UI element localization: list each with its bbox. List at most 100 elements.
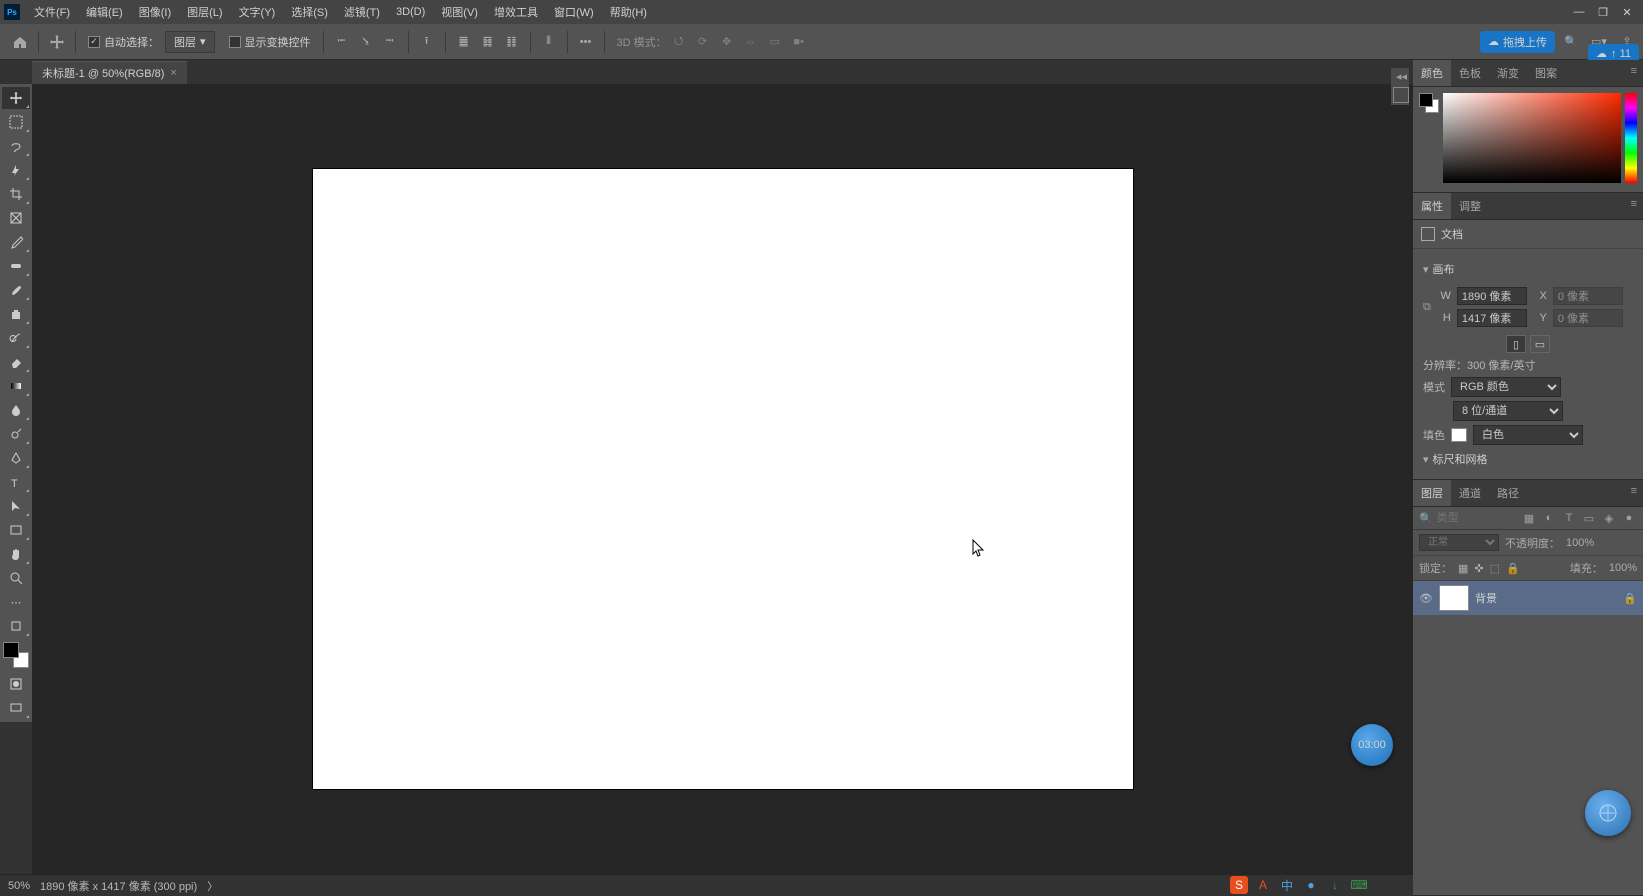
tool-brush[interactable] <box>2 279 30 301</box>
window-minimize[interactable]: — <box>1567 0 1591 24</box>
lock-pixels-icon[interactable]: ▦ <box>1458 562 1468 575</box>
distribute-top-icon[interactable]: ䷀ <box>454 32 474 52</box>
menu-file[interactable]: 文件(F) <box>26 0 78 24</box>
menu-help[interactable]: 帮助(H) <box>602 0 655 24</box>
doc-dimensions[interactable]: 1890 像素 x 1417 像素 (300 ppi) <box>40 878 197 894</box>
tool-type[interactable]: T <box>2 471 30 493</box>
layer-name[interactable]: 背景 <box>1475 590 1497 606</box>
status-chevron-icon[interactable]: 〉 <box>207 878 218 894</box>
fill-swatch[interactable] <box>1451 428 1467 442</box>
tool-hand[interactable] <box>2 543 30 565</box>
orientation-portrait[interactable]: ▯ <box>1506 335 1526 353</box>
ime-skin-icon[interactable]: ↓ <box>1326 876 1344 894</box>
tool-rectangle[interactable] <box>2 519 30 541</box>
ime-logo-icon[interactable]: S <box>1230 876 1248 894</box>
tab-patterns[interactable]: 图案 <box>1527 60 1565 86</box>
tab-adjustments[interactable]: 调整 <box>1451 193 1489 219</box>
ime-lang-icon[interactable]: 中 <box>1278 876 1296 894</box>
camera-3d-icon[interactable]: ■• <box>789 32 809 52</box>
lock-position-icon[interactable]: ✜ <box>1474 562 1483 575</box>
tool-quickmask[interactable] <box>2 673 30 695</box>
tool-blur[interactable] <box>2 399 30 421</box>
ime-keyboard-icon[interactable]: ⌨ <box>1350 876 1368 894</box>
assistant-bubble[interactable] <box>1585 790 1631 836</box>
tool-move[interactable] <box>2 87 30 109</box>
tool-quick-select[interactable] <box>2 159 30 181</box>
align-top-icon[interactable]: ⭱ <box>417 32 437 52</box>
color-swatch[interactable] <box>3 642 29 668</box>
tab-gradients[interactable]: 渐变 <box>1489 60 1527 86</box>
tab-layers[interactable]: 图层 <box>1413 480 1451 506</box>
align-hcenter-icon[interactable]: ⭸ <box>356 32 376 52</box>
search-icon[interactable]: 🔍 <box>1561 32 1581 52</box>
distribute-vcenter-icon[interactable]: ䷿ <box>478 32 498 52</box>
tab-close-icon[interactable]: × <box>170 67 176 79</box>
menu-view[interactable]: 视图(V) <box>433 0 486 24</box>
collapsed-panel-icon[interactable] <box>1393 87 1409 103</box>
fill-color-select[interactable]: 白色 <box>1473 425 1583 445</box>
tool-healing[interactable] <box>2 255 30 277</box>
orientation-landscape[interactable]: ▭ <box>1530 335 1550 353</box>
distribute-spacing-icon[interactable]: ⫴ <box>539 32 559 52</box>
filter-type-icon[interactable]: T <box>1561 511 1577 525</box>
window-close[interactable]: ✕ <box>1615 0 1639 24</box>
slide-3d-icon[interactable]: ⇔ <box>741 32 761 52</box>
document-tab[interactable]: 未标题-1 @ 50%(RGB/8) × <box>32 61 187 84</box>
collapse-toggle-icon[interactable]: ◂◂ <box>1393 70 1407 83</box>
move-tool-icon[interactable] <box>47 32 67 52</box>
tool-crop[interactable] <box>2 183 30 205</box>
x-input[interactable] <box>1553 287 1623 305</box>
visibility-icon[interactable]: 👁 <box>1419 592 1433 605</box>
tool-pen[interactable] <box>2 447 30 469</box>
lock-artboard-icon[interactable]: ⬚ <box>1490 562 1500 575</box>
layer-row[interactable]: 👁 背景 🔒 <box>1413 581 1643 615</box>
tool-lasso[interactable] <box>2 135 30 157</box>
filter-smart-icon[interactable]: ◈ <box>1601 511 1617 525</box>
menu-plugins[interactable]: 增效工具 <box>486 0 546 24</box>
show-transform-checkbox[interactable] <box>229 36 241 48</box>
tab-swatches[interactable]: 色板 <box>1451 60 1489 86</box>
tab-channels[interactable]: 通道 <box>1451 480 1489 506</box>
y-input[interactable] <box>1553 309 1623 327</box>
auto-select-checkbox[interactable] <box>88 36 100 48</box>
menu-select[interactable]: 选择(S) <box>283 0 336 24</box>
bit-depth-select[interactable]: 8 位/通道 <box>1453 401 1563 421</box>
panel-menu-icon[interactable]: ≡ <box>1625 480 1643 506</box>
align-left-icon[interactable]: ⭰ <box>332 32 352 52</box>
tool-edit-toolbar[interactable]: ⋯ <box>2 591 30 613</box>
hue-slider[interactable] <box>1625 93 1637 183</box>
tab-properties[interactable]: 属性 <box>1413 193 1451 219</box>
color-mode-select[interactable]: RGB 颜色 <box>1451 377 1561 397</box>
filter-shape-icon[interactable]: ▭ <box>1581 511 1597 525</box>
tool-dodge[interactable] <box>2 423 30 445</box>
tool-eyedropper[interactable] <box>2 231 30 253</box>
panel-menu-icon[interactable]: ≡ <box>1625 60 1643 86</box>
color-field[interactable] <box>1443 93 1621 183</box>
filter-adjust-icon[interactable]: ◐ <box>1541 511 1557 525</box>
orbit-3d-icon[interactable]: ⭯ <box>669 32 689 52</box>
ime-mode-icon[interactable]: A <box>1254 876 1272 894</box>
tool-path-select[interactable] <box>2 495 30 517</box>
align-right-icon[interactable]: ⭲ <box>380 32 400 52</box>
window-restore[interactable]: ❐ <box>1591 0 1615 24</box>
height-input[interactable] <box>1457 309 1527 327</box>
menu-window[interactable]: 窗口(W) <box>546 0 602 24</box>
more-options-icon[interactable]: ••• <box>576 32 596 52</box>
color-mini-swatch[interactable] <box>1419 93 1439 113</box>
tool-history-brush[interactable] <box>2 327 30 349</box>
tool-marquee[interactable] <box>2 111 30 133</box>
tool-extra[interactable] <box>2 615 30 637</box>
roll-3d-icon[interactable]: ⟳ <box>693 32 713 52</box>
tool-gradient[interactable] <box>2 375 30 397</box>
menu-image[interactable]: 图像(I) <box>131 0 179 24</box>
tab-color[interactable]: 颜色 <box>1413 60 1451 86</box>
opacity-value[interactable]: 100% <box>1566 537 1594 549</box>
zoom-3d-icon[interactable]: ▭ <box>765 32 785 52</box>
ime-voice-icon[interactable]: ● <box>1302 876 1320 894</box>
tool-frame[interactable] <box>2 207 30 229</box>
zoom-level[interactable]: 50% <box>8 880 30 892</box>
fill-opacity-value[interactable]: 100% <box>1609 562 1637 574</box>
tab-paths[interactable]: 路径 <box>1489 480 1527 506</box>
distribute-bottom-icon[interactable]: ䷁ <box>502 32 522 52</box>
section-canvas[interactable]: 画布 <box>1423 261 1633 277</box>
